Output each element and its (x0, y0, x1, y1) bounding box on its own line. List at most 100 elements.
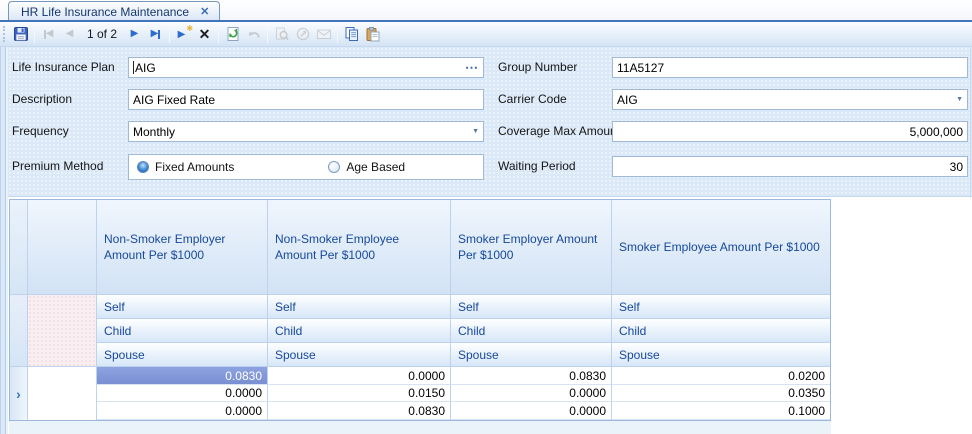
band-row-label-child: Child (451, 319, 612, 343)
toolbar-grip[interactable] (3, 26, 7, 42)
band-row-label-self: Self (451, 295, 612, 319)
age-based-radio-label: Age Based (346, 160, 405, 174)
print-preview-button[interactable] (271, 24, 292, 45)
copy-button[interactable] (341, 24, 362, 45)
toolbar-separator (218, 26, 219, 43)
description-value: AIG Fixed Rate (133, 93, 479, 107)
coverage-max-amount-label: Coverage Max Amount (498, 124, 620, 138)
group-number-field[interactable]: 11A5127 (612, 57, 968, 78)
group-number-value: 11A5127 (617, 61, 963, 75)
row-indicator-band-cell (10, 295, 28, 367)
previous-record-icon: ◀ (66, 29, 74, 39)
grid-footer-strip (9, 421, 831, 434)
new-record-icon: ▶ (178, 29, 186, 40)
grid-cell-spouse-nonsmoker-employee[interactable]: 0.0830 (268, 402, 451, 420)
column-header-smoker-employer: Smoker Employer Amount Per $1000 (451, 200, 612, 295)
grid-cell-spouse-smoker-employer[interactable]: 0.0000 (451, 402, 612, 420)
band-row-label-self: Self (612, 295, 830, 319)
chevron-down-icon[interactable]: ▼ (472, 128, 479, 135)
column-header-smoker-employee: Smoker Employee Amount Per $1000 (612, 200, 830, 295)
premium-method-label: Premium Method (12, 159, 103, 173)
grid-cell-spouse-nonsmoker-employer[interactable]: 0.0000 (97, 402, 268, 420)
record-band-cell (28, 295, 97, 367)
undo-button[interactable] (243, 24, 264, 45)
email-button[interactable] (313, 24, 334, 45)
hr-life-insurance-maintenance-window: HR Life Insurance Maintenance ✕ ◀ ◀ 1 of… (0, 0, 972, 434)
description-label: Description (12, 92, 72, 106)
first-record-button[interactable]: ◀ (38, 24, 59, 45)
grid-cell-child-nonsmoker-employer[interactable]: 0.0000 (97, 385, 268, 402)
column-header-nonsmoker-employee: Non-Smoker Employee Amount Per $1000 (268, 200, 451, 295)
frequency-dropdown[interactable]: Monthly ▼ (128, 121, 484, 142)
previous-record-button[interactable]: ◀ (59, 24, 80, 45)
refresh-button[interactable] (222, 24, 243, 45)
next-record-button[interactable]: ▶ (124, 24, 145, 45)
grid-cell-self-nonsmoker-employee[interactable]: 0.0000 (268, 367, 451, 385)
save-icon (13, 26, 29, 42)
tab-close-icon[interactable]: ✕ (198, 5, 211, 18)
frequency-label: Frequency (12, 124, 69, 138)
record-data-band-cell (28, 367, 97, 420)
new-record-button[interactable]: ▶ ✱ (173, 24, 194, 45)
waiting-period-value: 30 (950, 160, 963, 174)
band-row-label-spouse: Spouse (268, 343, 451, 367)
last-record-button[interactable]: ▶ (145, 24, 166, 45)
current-record-indicator[interactable]: › (10, 367, 28, 420)
band-row-label-spouse: Spouse (451, 343, 612, 367)
undo-icon (246, 26, 262, 42)
tab-title: HR Life Insurance Maintenance (21, 5, 189, 19)
group-number-label: Group Number (498, 60, 577, 74)
band-row-label-child: Child (612, 319, 830, 343)
grid-cell-child-nonsmoker-employee[interactable]: 0.0150 (268, 385, 451, 402)
life-insurance-plan-value: AIG (135, 61, 465, 75)
first-record-icon: ◀ (44, 29, 54, 39)
description-field[interactable]: AIG Fixed Rate (128, 89, 484, 110)
toolbar-separator (337, 26, 338, 43)
delete-record-button[interactable]: ✕ (194, 24, 215, 45)
waiting-period-label: Waiting Period (498, 159, 576, 173)
fixed-amounts-radio[interactable] (137, 161, 149, 173)
paste-button[interactable] (362, 24, 383, 45)
carrier-code-dropdown[interactable]: AIG ▼ (612, 89, 968, 110)
life-insurance-plan-label: Life Insurance Plan (12, 60, 115, 74)
grid-cell-self-smoker-employer[interactable]: 0.0830 (451, 367, 612, 385)
grid-cell-child-smoker-employee[interactable]: 0.0350 (612, 385, 830, 402)
email-icon (316, 26, 332, 42)
band-row-label-spouse: Spouse (612, 343, 830, 367)
band-row-label-spouse: Spouse (97, 343, 268, 367)
age-based-radio[interactable] (328, 161, 340, 173)
grid-cell-self-smoker-employee[interactable]: 0.0200 (612, 367, 830, 385)
column-header-nonsmoker-employer: Non-Smoker Employer Amount Per $1000 (97, 200, 268, 295)
life-insurance-plan-field[interactable]: AIG ⋯ (128, 57, 484, 78)
help-button[interactable] (292, 24, 313, 45)
panel-left-edge (0, 47, 8, 434)
waiting-period-field[interactable]: 30 (612, 156, 968, 177)
toolbar-separator (169, 26, 170, 43)
tab-hr-life-insurance-maintenance[interactable]: HR Life Insurance Maintenance ✕ (8, 1, 220, 21)
frequency-value: Monthly (133, 125, 472, 139)
delete-icon: ✕ (199, 27, 211, 41)
rate-grid: Non-Smoker Employer Amount Per $1000 Non… (9, 199, 831, 421)
band-row-label-self: Self (268, 295, 451, 319)
tab-strip: HR Life Insurance Maintenance ✕ (0, 0, 972, 22)
empty-header-cell (28, 200, 97, 295)
rate-grid-region: Non-Smoker Employer Amount Per $1000 Non… (8, 198, 972, 434)
print-preview-icon (274, 26, 290, 42)
refresh-icon (225, 26, 241, 42)
save-button[interactable] (10, 24, 31, 45)
record-position-label: 1 of 2 (80, 27, 124, 41)
carrier-code-value: AIG (617, 93, 956, 107)
toolbar-separator (267, 26, 268, 43)
grid-cell-spouse-smoker-employee[interactable]: 0.1000 (612, 402, 830, 420)
copy-icon (344, 26, 360, 42)
text-caret (133, 61, 134, 74)
coverage-max-amount-field[interactable]: 5,000,000 (612, 121, 968, 142)
grid-cell-self-nonsmoker-employer[interactable]: 0.0830 (97, 367, 268, 385)
chevron-down-icon[interactable]: ▼ (956, 96, 963, 103)
grid-cell-child-smoker-employer[interactable]: 0.0000 (451, 385, 612, 402)
band-row-label-self: Self (97, 295, 268, 319)
new-record-star-icon: ✱ (186, 24, 193, 33)
premium-method-group: Fixed Amounts Age Based (128, 154, 484, 180)
band-row-label-child: Child (97, 319, 268, 343)
band-row-label-child: Child (268, 319, 451, 343)
